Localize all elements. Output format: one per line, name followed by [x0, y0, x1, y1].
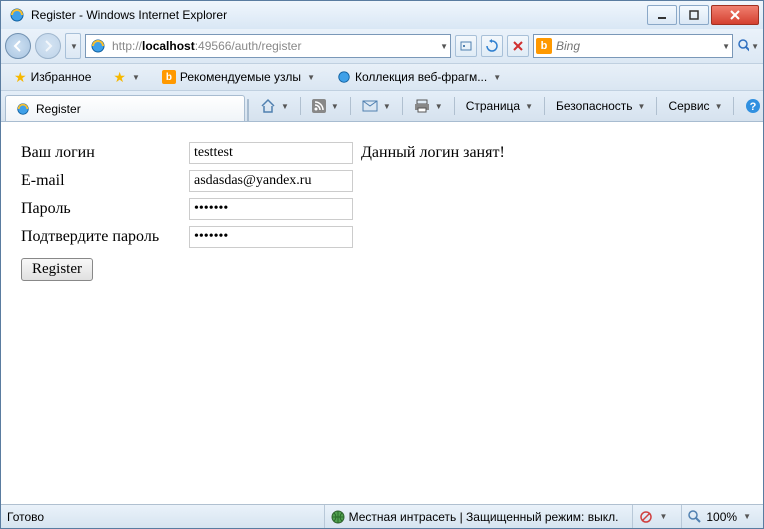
search-box[interactable]: b ▼	[533, 34, 733, 58]
login-error-message: Данный логин занят!	[361, 144, 505, 162]
svg-text:?: ?	[750, 101, 757, 113]
star-icon: ★	[14, 69, 27, 86]
command-bar: ▼ ▼ ▼ ▼ Страница▼ Безопасность▼ Сервис▼ …	[249, 91, 764, 121]
favorites-bar: ★ Избранное ★▼ b Рекомендуемые узлы▼ Кол…	[1, 63, 763, 91]
minimize-button[interactable]	[647, 5, 677, 25]
print-button[interactable]: ▼	[409, 96, 448, 116]
email-label: E-mail	[21, 172, 189, 190]
globe-icon	[331, 510, 345, 524]
home-button[interactable]: ▼	[255, 95, 294, 117]
ie-logo-icon	[9, 7, 25, 23]
search-go-button[interactable]: ▼	[737, 35, 759, 57]
search-input[interactable]	[552, 39, 720, 53]
navigation-bar: ▼ http://localhost:49566/auth/register ▼…	[1, 29, 763, 63]
close-button[interactable]	[711, 5, 759, 25]
favorites-button[interactable]: ★ Избранное	[7, 66, 98, 89]
active-tab[interactable]: Register	[5, 95, 245, 121]
zoom-control[interactable]: 100% ▼	[681, 505, 757, 528]
bing-small-icon: b	[162, 70, 176, 84]
password-input[interactable]	[189, 198, 353, 220]
window-title: Register - Windows Internet Explorer	[31, 8, 647, 22]
login-input[interactable]	[189, 142, 353, 164]
tab-favicon-icon	[16, 102, 30, 116]
password-label: Пароль	[21, 200, 189, 218]
forward-button[interactable]	[35, 33, 61, 59]
back-button[interactable]	[5, 33, 31, 59]
login-label: Ваш логин	[21, 144, 189, 162]
address-dropdown-icon[interactable]: ▼	[440, 42, 448, 51]
tab-bar: Register ▼ ▼ ▼ ▼ Страница▼ Безопасность▼…	[1, 91, 763, 121]
page-menu[interactable]: Страница▼	[461, 96, 538, 116]
recommended-sites-link[interactable]: b Рекомендуемые узлы▼	[155, 67, 322, 87]
help-button[interactable]: ?▼	[740, 95, 764, 117]
address-input[interactable]: http://localhost:49566/auth/register	[108, 39, 438, 53]
status-text: Готово	[7, 510, 316, 524]
page-favicon-icon	[90, 38, 106, 54]
register-button[interactable]: Register	[21, 258, 93, 281]
compat-view-button[interactable]	[455, 35, 477, 57]
titlebar: Register - Windows Internet Explorer	[1, 1, 763, 29]
address-bar[interactable]: http://localhost:49566/auth/register ▼	[85, 34, 451, 58]
zoom-icon	[688, 510, 702, 524]
add-favorites-button[interactable]: ★▼	[106, 66, 146, 89]
status-bar: Готово Местная интрасеть | Защищенный ре…	[1, 504, 763, 528]
bing-icon: b	[536, 38, 552, 54]
ie-small-icon	[337, 70, 351, 84]
maximize-button[interactable]	[679, 5, 709, 25]
page-content: Ваш логин Данный логин занят! E-mail Пар…	[1, 121, 763, 504]
safety-menu[interactable]: Безопасность▼	[551, 96, 650, 116]
email-input[interactable]	[189, 170, 353, 192]
refresh-button[interactable]	[481, 35, 503, 57]
feeds-button[interactable]: ▼	[307, 96, 344, 116]
recent-dropdown[interactable]: ▼	[65, 33, 81, 59]
search-dropdown-icon[interactable]: ▼	[722, 42, 730, 51]
confirm-password-label: Подтвердите пароль	[21, 228, 189, 246]
web-slices-link[interactable]: Коллекция веб-фрагм...▼	[330, 67, 508, 87]
tools-menu[interactable]: Сервис▼	[663, 96, 727, 116]
shield-off-icon	[639, 510, 653, 524]
star-add-icon: ★	[113, 69, 126, 86]
confirm-password-input[interactable]	[189, 226, 353, 248]
zoom-level: 100%	[706, 510, 737, 524]
tab-title: Register	[36, 102, 81, 116]
mail-button[interactable]: ▼	[357, 97, 396, 115]
protected-mode-toggle[interactable]: ▼	[632, 505, 673, 528]
stop-button[interactable]	[507, 35, 529, 57]
security-zone[interactable]: Местная интрасеть | Защищенный режим: вы…	[324, 505, 625, 528]
